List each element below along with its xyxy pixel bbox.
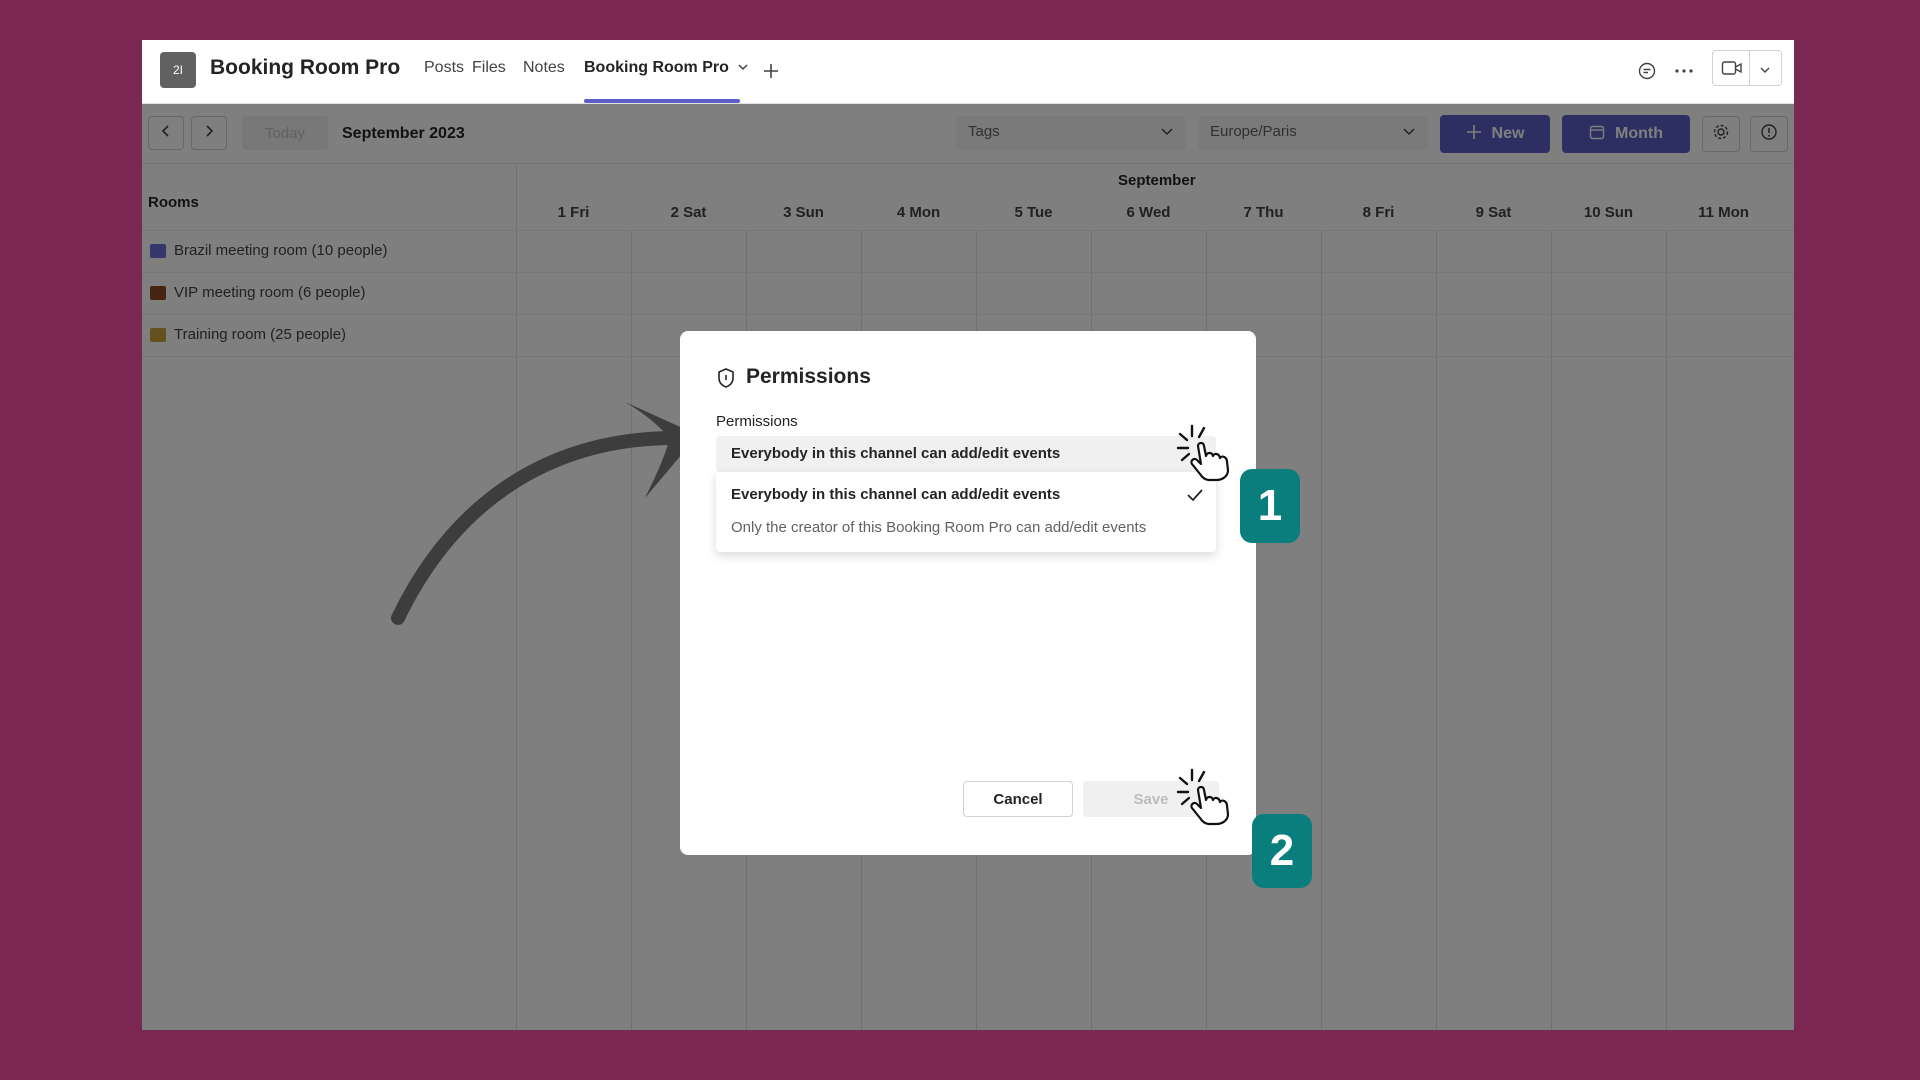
permissions-dialog: Permissions Permissions Everybody in thi… — [680, 331, 1256, 855]
annotation-arrow-icon — [391, 402, 698, 625]
meet-divider — [1749, 51, 1750, 85]
step-badge-1: 1 — [1240, 469, 1300, 543]
cancel-button[interactable]: Cancel — [963, 781, 1073, 817]
meet-button-group[interactable] — [1712, 50, 1782, 86]
add-tab-icon[interactable] — [756, 56, 786, 86]
option-everybody[interactable]: Everybody in this channel can add/edit e… — [731, 486, 1060, 503]
checkmark-icon — [1186, 488, 1204, 507]
tab-notes[interactable]: Notes — [523, 59, 565, 77]
conversation-icon[interactable] — [1632, 56, 1662, 86]
click-hand-icon — [1176, 768, 1230, 826]
dialog-title: Permissions — [746, 365, 871, 388]
tab-booking-room-pro-label: Booking Room Pro — [584, 59, 729, 76]
team-name: Booking Room Pro — [210, 56, 401, 79]
option-creator-only[interactable]: Only the creator of this Booking Room Pr… — [731, 519, 1146, 536]
shield-icon — [716, 367, 736, 394]
tab-posts[interactable]: Posts — [424, 59, 464, 77]
channel-header: 2I Booking Room Pro Posts Files Notes Bo… — [142, 40, 1794, 104]
tab-booking-room-pro[interactable]: Booking Room Pro — [584, 59, 749, 77]
permissions-field-label: Permissions — [716, 413, 798, 430]
tab-files[interactable]: Files — [472, 59, 506, 77]
video-camera-icon[interactable] — [1721, 59, 1743, 82]
step-badge-2: 2 — [1252, 814, 1312, 888]
team-avatar[interactable]: 2I — [160, 52, 196, 88]
more-options-icon[interactable] — [1669, 56, 1699, 86]
chevron-down-icon — [737, 59, 749, 76]
chevron-down-icon[interactable] — [1759, 62, 1771, 80]
click-hand-icon — [1176, 424, 1230, 482]
permissions-listbox: Everybody in this channel can add/edit e… — [716, 472, 1216, 552]
active-tab-indicator — [584, 99, 740, 103]
permissions-dropdown[interactable]: Everybody in this channel can add/edit e… — [716, 436, 1216, 472]
